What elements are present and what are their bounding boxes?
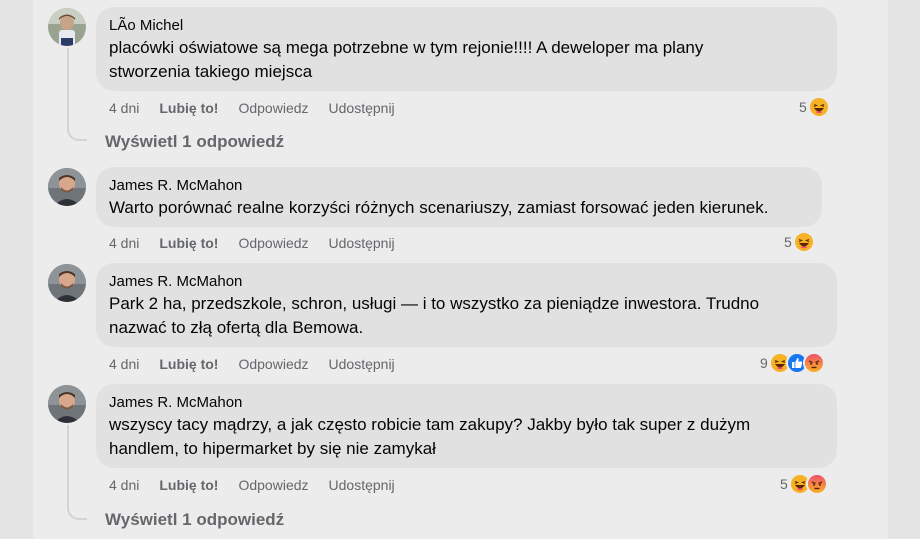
comment-bubble: James R. McMahon Park 2 ha, przedszkole,… <box>96 263 837 347</box>
timestamp[interactable]: 4 dni <box>109 99 139 117</box>
comment-bubble: LÃo Michel placówki oświatowe są mega po… <box>96 7 837 91</box>
angry-icon <box>805 473 828 495</box>
comment-actions: 4 dni Lubię to! Odpowiedz Udostępnij <box>109 355 415 373</box>
thread-line <box>67 48 69 130</box>
share-button[interactable]: Udostępnij <box>329 355 395 373</box>
comment-text: wszyscy tacy mądrzy, a jak często robici… <box>109 413 824 461</box>
like-button[interactable]: Lubię to! <box>159 355 218 373</box>
reaction-summary[interactable]: 5 <box>784 231 815 253</box>
comment-line: Warto porównać realne korzyści różnych s… <box>109 198 769 217</box>
reaction-count: 5 <box>780 476 788 492</box>
view-replies-link[interactable]: Wyświetl 1 odpowiedź <box>105 510 284 530</box>
like-button[interactable]: Lubię to! <box>159 99 218 117</box>
thread-line <box>67 425 69 509</box>
comment-actions: 4 dni Lubię to! Odpowiedz Udostępnij <box>109 476 415 494</box>
comment-line: nazwać to złą ofertą dla Bemowa. <box>109 318 364 337</box>
comment-line: placówki oświatowe są mega potrzebne w t… <box>109 38 704 57</box>
timestamp[interactable]: 4 dni <box>109 355 139 373</box>
comment-text: placówki oświatowe są mega potrzebne w t… <box>109 36 824 84</box>
reply-button[interactable]: Odpowiedz <box>238 99 308 117</box>
comment-text: Warto porównać realne korzyści różnych s… <box>109 196 809 220</box>
comment-line: handlem, to hipermarket by się nie zamyk… <box>109 439 436 458</box>
comment-author[interactable]: James R. McMahon <box>109 393 824 412</box>
comment-line: wszyscy tacy mądrzy, a jak często robici… <box>109 415 751 434</box>
avatar[interactable] <box>48 385 86 423</box>
comment-actions: 4 dni Lubię to! Odpowiedz Udostępnij <box>109 234 415 252</box>
reaction-count: 5 <box>799 99 807 115</box>
comment-line: stworzenia takiego miejsca <box>109 62 313 81</box>
comment-author[interactable]: James R. McMahon <box>109 272 824 291</box>
haha-icon <box>807 96 830 118</box>
comment-text: Park 2 ha, przedszkole, schron, usługi —… <box>109 292 824 340</box>
avatar[interactable] <box>48 168 86 206</box>
avatar[interactable] <box>48 8 86 46</box>
reply-button[interactable]: Odpowiedz <box>238 355 308 373</box>
avatar[interactable] <box>48 264 86 302</box>
reaction-summary[interactable]: 5 <box>799 96 830 118</box>
reaction-count: 5 <box>784 234 792 250</box>
reply-button[interactable]: Odpowiedz <box>238 234 308 252</box>
reply-button[interactable]: Odpowiedz <box>238 476 308 494</box>
comment-bubble: James R. McMahon wszyscy tacy mądrzy, a … <box>96 384 837 468</box>
reaction-summary[interactable]: 5 <box>780 473 828 495</box>
comment-actions: 4 dni Lubię to! Odpowiedz Udostępnij <box>109 99 415 117</box>
comment-author[interactable]: James R. McMahon <box>109 176 809 195</box>
like-button[interactable]: Lubię to! <box>159 476 218 494</box>
haha-icon <box>792 231 815 253</box>
share-button[interactable]: Udostępnij <box>329 99 395 117</box>
view-replies-link[interactable]: Wyświetl 1 odpowiedź <box>105 132 284 152</box>
comment-author[interactable]: LÃo Michel <box>109 16 824 35</box>
comment-line: Park 2 ha, przedszkole, schron, usługi —… <box>109 294 760 313</box>
like-button[interactable]: Lubię to! <box>159 234 218 252</box>
comment-bubble: James R. McMahon Warto porównać realne k… <box>96 167 822 227</box>
share-button[interactable]: Udostępnij <box>329 234 395 252</box>
share-button[interactable]: Udostępnij <box>329 476 395 494</box>
angry-icon <box>802 352 825 374</box>
timestamp[interactable]: 4 dni <box>109 234 139 252</box>
timestamp[interactable]: 4 dni <box>109 476 139 494</box>
reaction-summary[interactable]: 9 <box>760 352 825 374</box>
reaction-count: 9 <box>760 355 768 371</box>
